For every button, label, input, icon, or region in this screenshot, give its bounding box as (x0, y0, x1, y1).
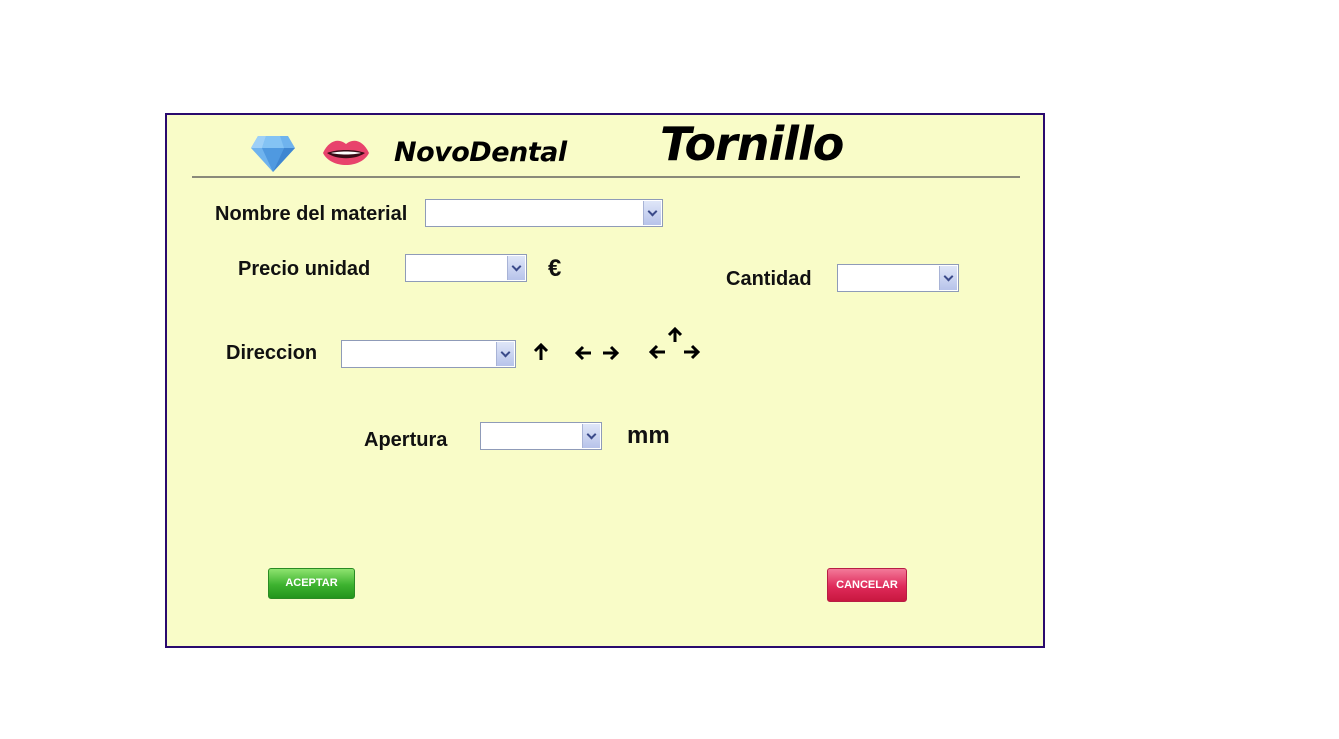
page-title: Tornillo (660, 117, 844, 171)
direccion-label: Direccion (226, 342, 318, 364)
arrows-left-right-icon[interactable] (575, 344, 621, 362)
arrows-up-left-right-icon[interactable] (649, 327, 701, 363)
currency-unit: € (548, 255, 562, 282)
cancelar-button[interactable]: CANCELAR (827, 568, 907, 602)
cantidad-select[interactable] (837, 264, 959, 292)
lips-icon (323, 140, 369, 165)
apertura-label: Apertura (364, 429, 448, 451)
arrow-up-icon[interactable] (532, 343, 550, 363)
material-label: Nombre del material (215, 203, 408, 225)
aceptar-button[interactable]: ACEPTAR (268, 568, 355, 599)
apertura-unit: mm (627, 422, 670, 449)
chevron-down-icon[interactable] (507, 256, 525, 280)
material-select[interactable] (425, 199, 663, 227)
header-divider (192, 176, 1020, 178)
cantidad-label: Cantidad (726, 268, 812, 290)
chevron-down-icon[interactable] (496, 342, 514, 366)
precio-select[interactable] (405, 254, 527, 282)
tornillo-form-panel: NovoDental Tornillo Nombre del material … (165, 113, 1045, 648)
direccion-select[interactable] (341, 340, 516, 368)
chevron-down-icon[interactable] (582, 424, 600, 448)
chevron-down-icon[interactable] (939, 266, 957, 290)
apertura-select[interactable] (480, 422, 602, 450)
precio-label: Precio unidad (238, 258, 371, 280)
diamond-icon (251, 136, 295, 172)
chevron-down-icon[interactable] (643, 201, 661, 225)
brand-name: NovoDental (394, 137, 567, 168)
